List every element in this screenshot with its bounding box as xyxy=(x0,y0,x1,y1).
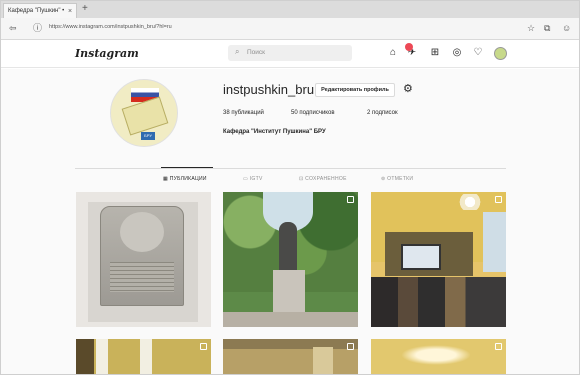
post-thumbnail-room[interactable] xyxy=(223,339,358,374)
profile-icon[interactable]: ☺ xyxy=(562,22,571,34)
browser-tab-title: Кафедра "Пушкин" • xyxy=(8,8,65,14)
carousel-icon xyxy=(495,196,502,203)
carousel-icon xyxy=(347,343,354,350)
back-icon[interactable]: ⇦ xyxy=(9,22,17,34)
following-count[interactable]: 2 подписок xyxy=(367,110,398,116)
tab-tagged[interactable]: ⊚ ОТМЕТКИ xyxy=(381,176,413,182)
tab-close-icon[interactable]: × xyxy=(68,6,72,18)
new-tab-icon[interactable]: + xyxy=(82,3,88,15)
user-avatar[interactable] xyxy=(494,47,507,60)
profile-page: БРУ instpushkin_bru Редактировать профил… xyxy=(1,69,579,374)
tab-posts[interactable]: ▦ ПУБЛИКАЦИИ xyxy=(163,176,207,182)
activity-heart-icon[interactable]: ♡ xyxy=(472,47,484,59)
post-thumbnail-lights[interactable] xyxy=(371,339,506,374)
home-icon[interactable]: ⌂ xyxy=(387,47,399,59)
post-thumbnail-plaque[interactable] xyxy=(76,192,211,327)
collections-icon[interactable]: ⧉ xyxy=(544,22,550,34)
tab-saved[interactable]: ⊡ СОХРАНЕННОЕ xyxy=(299,176,347,182)
avatar-logo-text: БРУ xyxy=(141,132,155,140)
carousel-icon xyxy=(200,343,207,350)
search-icon: ⌕ xyxy=(235,47,240,56)
instagram-header: Instagram ⌕ Поиск ⌂ ✈ ⊞ ◎ ♡ xyxy=(1,40,579,68)
post-thumbnail-statue[interactable] xyxy=(223,192,358,327)
post-thumbnail-hall[interactable] xyxy=(76,339,211,374)
document-image xyxy=(121,96,169,136)
instagram-logo[interactable]: Instagram xyxy=(75,47,139,60)
profile-avatar[interactable]: БРУ xyxy=(110,79,178,147)
followers-count[interactable]: 50 подписчиков xyxy=(291,110,335,116)
browser-tab-bar: Кафедра "Пушкин" • × + xyxy=(1,1,579,18)
profile-username: instpushkin_bru xyxy=(223,82,315,97)
carousel-icon xyxy=(347,196,354,203)
browser-tab[interactable]: Кафедра "Пушкин" • × xyxy=(3,3,77,18)
profile-full-name: Кафедра "Институт Пушкина" БРУ xyxy=(223,129,326,135)
posts-count: 38 публикаций xyxy=(223,110,264,116)
url-field[interactable]: https://www.instagram.com/instpushkin_br… xyxy=(49,24,172,30)
tab-igtv[interactable]: ▭ IGTV xyxy=(243,176,263,182)
active-tab-indicator xyxy=(161,167,213,168)
edit-profile-button[interactable]: Редактировать профиль xyxy=(315,83,395,97)
browser-window: Кафедра "Пушкин" • × + ⇦ ⓘ https://www.i… xyxy=(0,0,580,375)
carousel-icon xyxy=(495,343,502,350)
info-icon[interactable]: ⓘ xyxy=(33,22,42,34)
search-input[interactable]: ⌕ Поиск xyxy=(228,45,352,61)
notification-badge xyxy=(405,43,413,51)
tabs-divider xyxy=(75,168,506,169)
bookmark-icon[interactable]: ☆ xyxy=(527,22,535,34)
address-bar: ⇦ ⓘ https://www.instagram.com/instpushki… xyxy=(1,18,579,40)
explore-icon[interactable]: ◎ xyxy=(451,47,463,59)
settings-gear-icon[interactable]: ⚙ xyxy=(403,82,413,96)
search-placeholder: Поиск xyxy=(247,49,266,56)
new-post-icon[interactable]: ⊞ xyxy=(429,47,441,59)
post-thumbnail-classroom[interactable] xyxy=(371,192,506,327)
